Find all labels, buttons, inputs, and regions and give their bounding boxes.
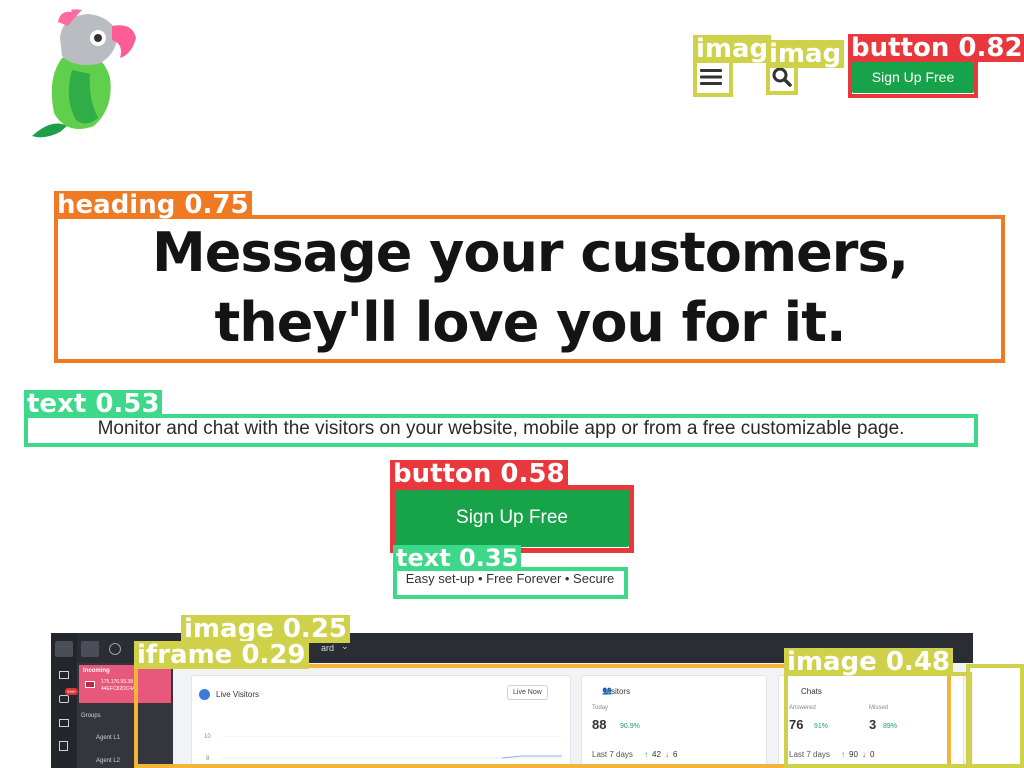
visitors-today-label: Today — [592, 705, 609, 711]
contacts-icon[interactable] — [59, 741, 68, 751]
visitors-title: Visitors — [604, 687, 631, 696]
hero-heading-line1: Message your customers, — [151, 221, 909, 284]
groups-label: Groups — [81, 713, 101, 719]
live-visitors-title: Live Visitors — [216, 690, 259, 699]
visitors-last7-label: Last 7 days — [592, 750, 633, 759]
chats-title: Chats — [801, 687, 822, 696]
incoming-ip: 175.176.93.38 — [101, 679, 133, 685]
incoming-id: 44EFC82DC4A... — [101, 686, 140, 692]
chats-missed-value: 3 — [869, 717, 877, 732]
layers-icon[interactable] — [81, 641, 99, 657]
chats-missed-pct: 89% — [883, 723, 898, 730]
flag-icon — [85, 681, 95, 688]
incoming-chat-card[interactable]: Incoming 175.176.93.38 44EFC82DC4A... — [79, 665, 171, 703]
activity-icon[interactable] — [59, 671, 69, 679]
visitors-card: 👥 Visitors Today 88 90.9% Last 7 days ↑ … — [581, 675, 767, 768]
hero-tagline: Easy set-up • Free Forever • Secure — [405, 571, 615, 586]
hero-heading: Message your customers, they'll love you… — [56, 218, 1004, 358]
hero-heading-line2: they'll love you for it. — [214, 291, 846, 354]
dashboard-dropdown[interactable]: ard — [321, 643, 334, 653]
edge-image-detection-box — [966, 664, 1024, 768]
header-button-detection-label: button 0.82 — [848, 34, 1024, 62]
parrot-logo[interactable] — [12, 8, 138, 144]
text-detection-label: text 0.53 — [24, 390, 163, 418]
heading-detection-label: heading 0.75 — [54, 191, 252, 219]
live-visitors-chart — [222, 736, 562, 759]
arrow-down-icon: ↓ — [665, 750, 669, 759]
iframe-detection-label: iframe 0.29 — [134, 641, 309, 669]
tagline-detection-label: text 0.35 — [393, 545, 522, 571]
incoming-badge: 999+ — [65, 688, 79, 695]
hamburger-icon[interactable] — [697, 63, 725, 91]
agent-l1[interactable]: Agent L1 — [96, 735, 120, 741]
visitors-today-pct: 90.9% — [620, 723, 640, 730]
arrow-down-icon: ↓ — [862, 750, 866, 759]
hero-signup-button[interactable]: Sign Up Free — [395, 489, 629, 547]
hero-subtitle: Monitor and chat with the visitors on yo… — [97, 418, 905, 439]
search-image-detection-label: imag — [766, 40, 845, 68]
chats-last7-label: Last 7 days — [789, 750, 830, 759]
visitors-last7-up: 42 — [652, 750, 661, 759]
chats-answered-label: Answered — [789, 705, 816, 711]
user-status-icon[interactable] — [109, 643, 121, 655]
live-visitors-icon — [199, 689, 210, 700]
chats-answered-value: 76 — [789, 717, 804, 732]
agent-l2[interactable]: Agent L2 — [96, 758, 120, 764]
chats-card: Chats Answered 76 91% Missed 3 89% Last … — [778, 675, 964, 768]
live-now-dropdown[interactable]: Live Now — [507, 685, 548, 700]
menu-image-detection-label: imag — [693, 35, 772, 63]
visitors-today-value: 88 — [592, 717, 607, 732]
header-signup-button[interactable]: Sign Up Free — [852, 61, 974, 93]
visitors-last7-down: 6 — [673, 750, 678, 759]
chats-answered-pct: 91% — [814, 723, 829, 730]
chats-image-detection-label: image 0.48 — [784, 648, 953, 676]
chart-tick-10: 10 — [204, 734, 211, 740]
inbox-icon[interactable] — [59, 719, 69, 727]
chats-last7-down: 0 — [870, 750, 875, 759]
dashboard-image-detection-label: image 0.25 — [181, 615, 350, 643]
button-detection-label: button 0.58 — [390, 460, 568, 488]
dashboard-icon-rail — [51, 633, 77, 768]
arrow-up-icon: ↑ — [841, 750, 845, 759]
arrow-up-icon: ↑ — [644, 750, 648, 759]
chats-missed-label: Missed — [869, 705, 889, 711]
home-icon[interactable] — [55, 641, 73, 657]
chart-tick-8: 8 — [206, 756, 210, 762]
chat-icon[interactable] — [59, 695, 69, 703]
live-visitors-card: Live Visitors Live Now 10 8 — [191, 675, 571, 768]
chats-last7-up: 90 — [849, 750, 858, 759]
